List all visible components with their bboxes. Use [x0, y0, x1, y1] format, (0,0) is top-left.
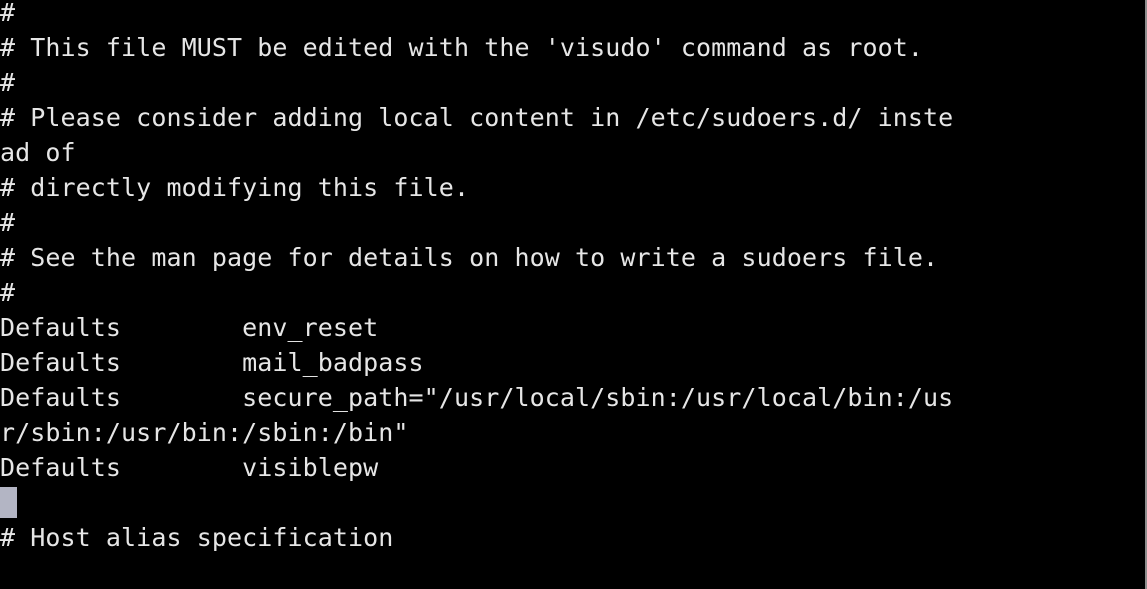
- text-cursor: [0, 487, 17, 518]
- terminal-line: Defaults mail_badpass: [0, 348, 424, 377]
- terminal-line: # directly modifying this file.: [0, 173, 470, 202]
- terminal-line: #: [0, 68, 16, 97]
- terminal-line: #: [0, 278, 16, 307]
- terminal-line: Defaults visiblepw: [0, 453, 379, 482]
- terminal-line: Defaults secure_path="/usr/local/sbin:/u…: [0, 383, 954, 412]
- terminal-line: #: [0, 208, 16, 237]
- terminal-line-wrapped: r/sbin:/usr/bin:/sbin:/bin": [0, 418, 409, 447]
- terminal-screen[interactable]: # # This file MUST be edited with the 'v…: [0, 0, 1145, 555]
- terminal-line: # Host alias specification: [0, 523, 394, 552]
- terminal-window[interactable]: # # This file MUST be edited with the 'v…: [0, 0, 1147, 589]
- terminal-line: # See the man page for details on how to…: [0, 243, 939, 272]
- terminal-line-cursor-row: [0, 485, 1145, 520]
- terminal-line: # This file MUST be edited with the 'vis…: [0, 33, 924, 62]
- terminal-line: # Please consider adding local content i…: [0, 103, 954, 132]
- terminal-line-wrapped: ad of: [0, 138, 76, 167]
- terminal-line: Defaults env_reset: [0, 313, 379, 342]
- terminal-line: #: [0, 0, 16, 27]
